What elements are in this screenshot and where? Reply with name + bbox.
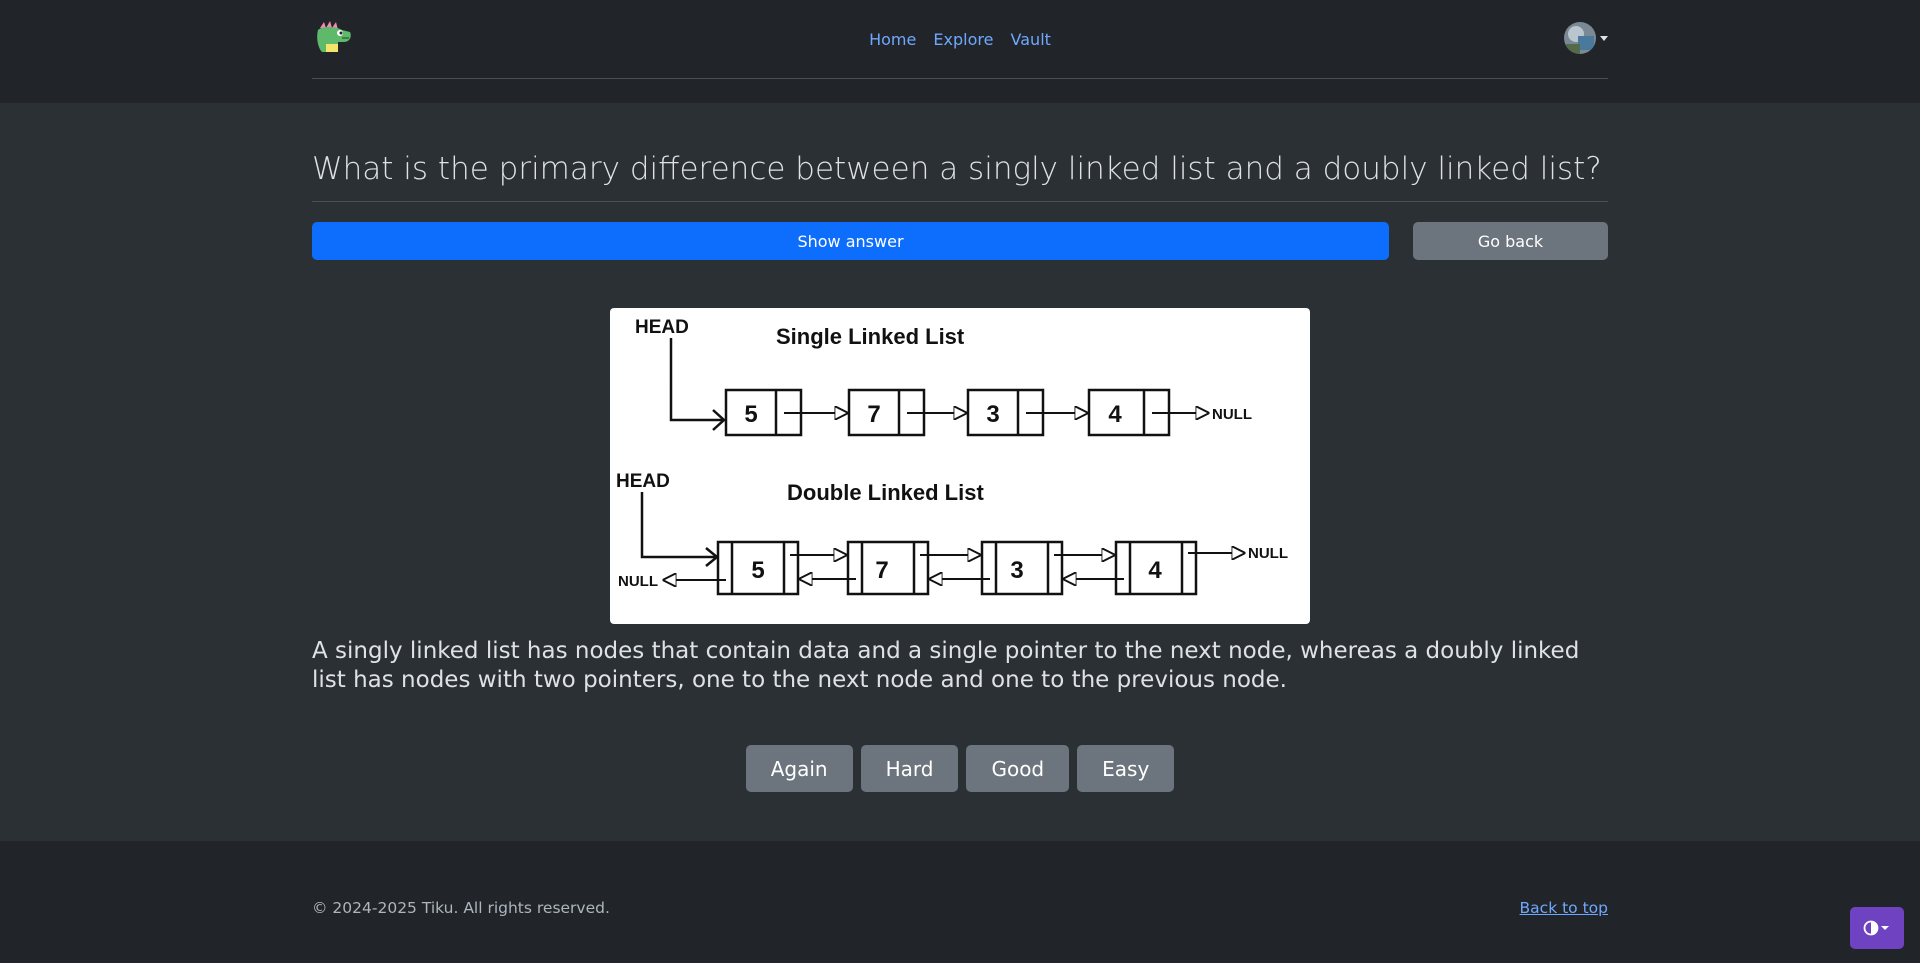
single-head-pointer	[669, 338, 723, 422]
show-answer-button[interactable]: Show answer	[312, 222, 1389, 260]
double-node-4-value: 4	[1148, 557, 1162, 584]
double-null-left-label: NULL	[618, 573, 658, 590]
theme-toggle-button[interactable]	[1850, 907, 1904, 949]
card-container: What is the primary difference between a…	[312, 103, 1608, 841]
double-null-right-label: NULL	[1248, 545, 1288, 562]
double-list-title: Double Linked List	[787, 480, 984, 505]
single-list-title: Single Linked List	[776, 324, 965, 349]
nav-explore-link[interactable]: Explore	[933, 30, 993, 49]
double-head-pointer	[640, 492, 716, 559]
double-node-3-value: 3	[1010, 557, 1023, 584]
rate-hard-button[interactable]: Hard	[860, 745, 959, 792]
linked-list-diagram: HEAD Single Linked List 5 7 3 4 NULL HEA…	[610, 308, 1310, 624]
single-node-1-value: 5	[744, 401, 757, 428]
chevron-down-icon	[1600, 35, 1608, 41]
rate-good-button[interactable]: Good	[966, 745, 1070, 792]
user-menu-toggle[interactable]	[1564, 22, 1608, 54]
rate-easy-button[interactable]: Easy	[1077, 745, 1175, 792]
rate-again-button[interactable]: Again	[745, 745, 853, 792]
footer-container: © 2024-2025 Tiku. All rights reserved. B…	[312, 841, 1608, 963]
nav-home-link[interactable]: Home	[869, 30, 916, 49]
double-node-2: 7	[846, 540, 930, 596]
answer-text: A singly linked list has nodes that cont…	[312, 638, 1580, 693]
double-node-2-value: 7	[875, 557, 888, 584]
single-null-label: NULL	[1212, 406, 1252, 423]
question-title: What is the primary difference between a…	[312, 151, 1608, 202]
double-head-label: HEAD	[616, 471, 670, 492]
header-container: Home Explore Vault	[312, 0, 1608, 79]
double-node-1: 5	[716, 540, 800, 596]
rating-buttons: Again Hard Good Easy	[312, 745, 1608, 792]
back-to-top-link[interactable]: Back to top	[1520, 899, 1608, 917]
single-head-label: HEAD	[635, 317, 689, 338]
double-node-4: 4	[1114, 540, 1198, 596]
user-avatar	[1564, 22, 1596, 54]
site-footer: © 2024-2025 Tiku. All rights reserved. B…	[0, 841, 1920, 963]
main-nav: Home Explore Vault	[312, 30, 1608, 49]
single-node-3-value: 3	[986, 401, 999, 428]
theme-toggle-icon	[1863, 920, 1889, 936]
copyright-text: © 2024-2025 Tiku. All rights reserved.	[312, 899, 610, 917]
site-header: Home Explore Vault	[0, 0, 1920, 103]
go-back-button[interactable]: Go back	[1413, 222, 1608, 260]
main-content: What is the primary difference between a…	[0, 103, 1920, 841]
nav-vault-link[interactable]: Vault	[1011, 30, 1051, 49]
double-node-3: 3	[980, 540, 1064, 596]
single-node-4-value: 4	[1108, 401, 1122, 428]
double-node-1-value: 5	[751, 557, 764, 584]
single-node-2-value: 7	[867, 401, 880, 428]
